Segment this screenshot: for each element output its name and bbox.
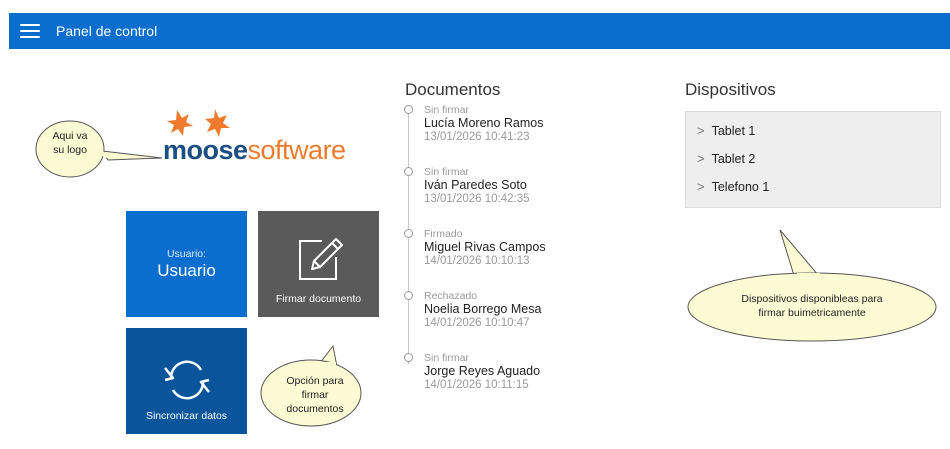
document-date: 13/01/2026 10:42:35 <box>424 193 530 205</box>
sign-document-tile[interactable]: Firmar documento <box>258 211 379 317</box>
user-tile-name: Usuario <box>157 260 216 280</box>
document-status: Sin firmar <box>424 166 469 178</box>
sync-data-label: Sincronizar datos <box>145 410 228 422</box>
page-title: Panel de control <box>56 23 158 39</box>
device-label: Tablet 1 <box>711 123 756 138</box>
document-status: Firmado <box>424 228 463 240</box>
sign-document-label: Firmar documento <box>275 293 362 305</box>
devices-annotation-line-2: firmar buimetricamente <box>758 307 866 319</box>
sign-annotation-text: Opción para firmar documentos <box>270 374 360 416</box>
timeline-dot <box>404 229 413 238</box>
timeline-dot <box>404 353 413 362</box>
logo-annotation-line-1: Aqui va <box>52 130 88 142</box>
sign-annotation-line-3: documentos <box>286 403 344 415</box>
document-name: Miguel Rivas Campos <box>424 240 546 254</box>
top-bar: Panel de control <box>9 13 950 49</box>
document-name: Noelia Borrego Mesa <box>424 302 542 316</box>
user-tile[interactable]: Usuario: Usuario <box>126 211 247 317</box>
document-date: 14/01/2026 10:10:13 <box>424 255 530 267</box>
document-name: Lucía Moreno Ramos <box>424 116 544 130</box>
sign-annotation-line-1: Opción para <box>286 375 344 387</box>
document-date: 14/01/2026 10:10:47 <box>424 317 530 329</box>
timeline-dot <box>404 291 413 300</box>
device-label: Telefono 1 <box>711 179 770 194</box>
logo-wordmark: moosesoftware <box>163 135 346 165</box>
sync-icon <box>164 360 210 400</box>
document-date: 13/01/2026 10:41:23 <box>424 131 530 143</box>
document-status: Rechazado <box>424 290 478 302</box>
logo-annotation-text: Aqui va su logo <box>40 129 100 157</box>
devices-list: > Tablet 1 > Tablet 2 > Telefono 1 <box>685 111 941 208</box>
timeline-dot <box>404 167 413 176</box>
device-item-tablet-2[interactable]: > Tablet 2 <box>697 151 755 166</box>
devices-heading: Dispositivos <box>685 80 776 99</box>
user-tile-caption: Usuario: <box>166 247 207 260</box>
logo-annotation-line-2: su logo <box>53 144 87 156</box>
device-item-tablet-1[interactable]: > Tablet 1 <box>697 123 755 138</box>
document-date: 14/01/2026 10:11:15 <box>424 379 529 391</box>
edit-document-icon <box>299 238 343 280</box>
chevron-right-icon: > <box>697 123 705 138</box>
device-item-telefono-1[interactable]: > Telefono 1 <box>697 179 769 194</box>
timeline-dot <box>404 105 413 114</box>
hamburger-menu-icon[interactable] <box>20 24 40 38</box>
devices-annotation-text: Dispositivos disponibleas para firmar bu… <box>712 292 912 320</box>
document-status: Sin firmar <box>424 352 469 364</box>
documents-heading: Documentos <box>405 80 501 99</box>
chevron-right-icon: > <box>697 151 705 166</box>
document-name: Jorge Reyes Aguado <box>424 364 541 378</box>
devices-annotation-line-1: Dispositivos disponibleas para <box>741 293 883 305</box>
device-label: Tablet 2 <box>711 151 756 166</box>
document-status: Sin firmar <box>424 104 469 116</box>
chevron-right-icon: > <box>697 179 705 194</box>
company-logo: moosesoftware <box>163 107 346 167</box>
sign-annotation-line-2: firmar <box>301 389 329 401</box>
sync-data-tile[interactable]: Sincronizar datos <box>126 328 247 434</box>
devices-annotation-callout <box>687 229 937 342</box>
document-name: Iván Paredes Soto <box>424 178 527 192</box>
